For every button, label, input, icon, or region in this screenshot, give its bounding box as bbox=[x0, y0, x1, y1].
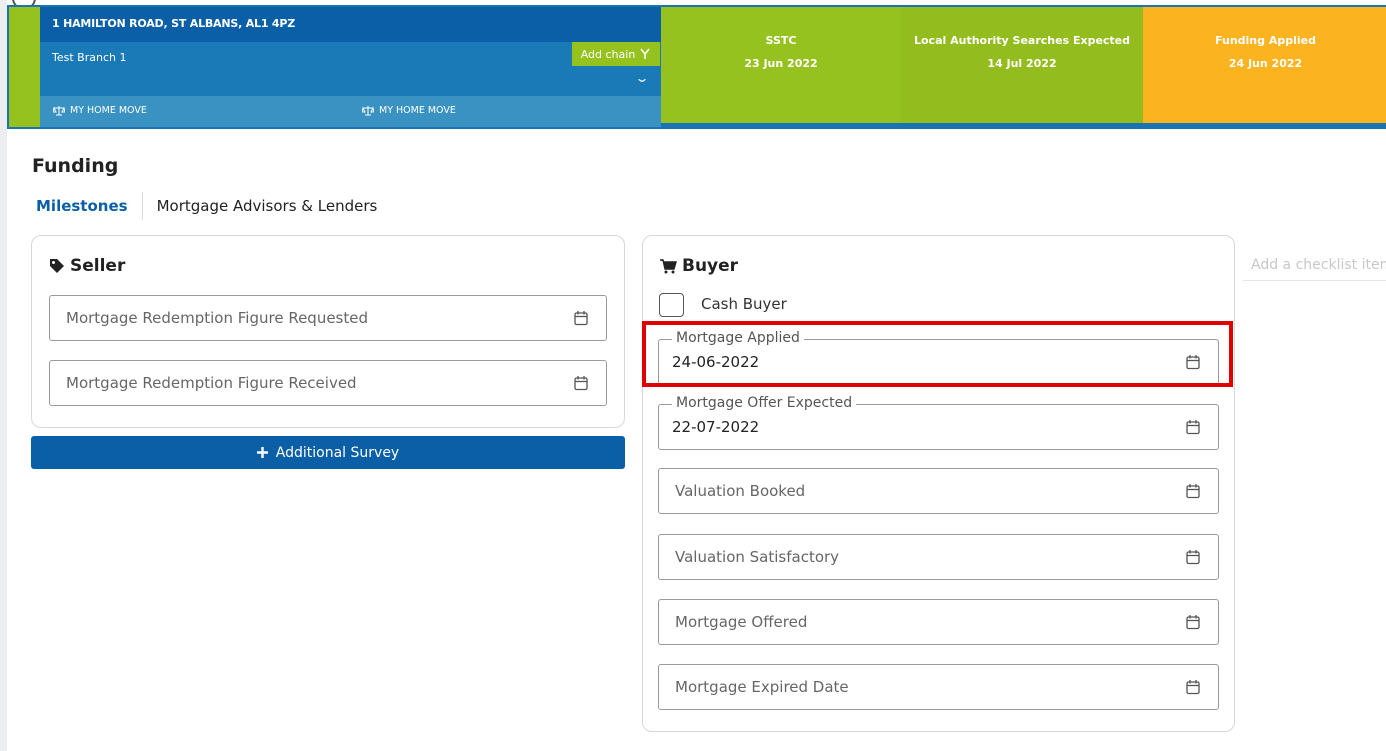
cash-buyer-label: Cash Buyer bbox=[701, 295, 787, 313]
milestone-date: 23 Jun 2022 bbox=[744, 57, 818, 70]
field-placeholder: Mortgage Redemption Figure Requested bbox=[66, 309, 369, 327]
mortgage-offer-expected-field[interactable]: Mortgage Offer Expected 22-07-2022 bbox=[658, 395, 1219, 450]
milestone-date: 24 Jun 2022 bbox=[1228, 57, 1303, 70]
calendar-icon[interactable] bbox=[1186, 680, 1200, 695]
chevron-down-icon[interactable]: ⌄ bbox=[634, 71, 649, 85]
milestone-title: Funding Applied bbox=[1215, 34, 1316, 47]
calendar-icon[interactable] bbox=[574, 376, 588, 391]
add-chain-button[interactable]: Add chain bbox=[572, 42, 660, 66]
milestone-local-authority-searches[interactable]: Local Authority Searches Expected 14 Jul… bbox=[901, 7, 1143, 123]
tab-milestones[interactable]: Milestones bbox=[32, 197, 132, 215]
field-placeholder: Mortgage Expired Date bbox=[675, 678, 849, 696]
mortgage-redemption-received-field[interactable]: Mortgage Redemption Figure Received bbox=[49, 360, 607, 406]
property-address: 1 HAMILTON ROAD, ST ALBANS, AL1 4PZ bbox=[52, 17, 296, 30]
field-label: Mortgage Applied bbox=[672, 330, 804, 346]
tag-icon bbox=[50, 259, 64, 273]
valuation-satisfactory-field[interactable]: Valuation Satisfactory bbox=[658, 534, 1219, 580]
field-placeholder: Mortgage Offered bbox=[675, 613, 808, 631]
shopping-cart-icon bbox=[660, 258, 677, 273]
tab-mortgage-advisors-lenders[interactable]: Mortgage Advisors & Lenders bbox=[153, 197, 382, 215]
additional-survey-button[interactable]: Additional Survey bbox=[31, 436, 625, 469]
add-chain-label: Add chain bbox=[580, 47, 636, 61]
page-left-strip bbox=[0, 0, 7, 751]
page-title: Funding bbox=[32, 155, 119, 177]
move-label-seller: MY HOME MOVE bbox=[53, 105, 147, 116]
branch-name: Test Branch 1 bbox=[52, 51, 127, 64]
mortgage-applied-field[interactable]: Mortgage Applied 24-06-2022 bbox=[658, 330, 1219, 385]
checklist-item-input[interactable]: Add a checklist item bbox=[1243, 247, 1386, 281]
field-placeholder: Valuation Booked bbox=[675, 482, 806, 500]
milestone-date: 14 Jul 2022 bbox=[987, 57, 1057, 70]
calendar-icon[interactable] bbox=[1186, 355, 1200, 370]
cash-buyer-checkbox[interactable] bbox=[659, 293, 684, 317]
property-status-strip bbox=[9, 7, 40, 127]
field-placeholder: Mortgage Redemption Figure Received bbox=[66, 374, 357, 392]
chain-fork-icon bbox=[640, 48, 650, 59]
tab-divider bbox=[141, 192, 143, 220]
field-placeholder: Valuation Satisfactory bbox=[675, 548, 840, 566]
mortgage-redemption-requested-field[interactable]: Mortgage Redemption Figure Requested bbox=[49, 295, 607, 341]
valuation-booked-field[interactable]: Valuation Booked bbox=[658, 468, 1219, 514]
calendar-icon[interactable] bbox=[1186, 420, 1200, 435]
milestone-sstc[interactable]: SSTC 23 Jun 2022 bbox=[661, 7, 901, 123]
field-value: 24-06-2022 bbox=[672, 353, 760, 371]
calendar-icon[interactable] bbox=[1186, 615, 1200, 630]
buyer-card-title: Buyer bbox=[660, 256, 738, 276]
plus-icon bbox=[256, 447, 268, 458]
property-header-bar: 1 HAMILTON ROAD, ST ALBANS, AL1 4PZ Test… bbox=[7, 5, 1386, 129]
milestone-funding-applied[interactable]: Funding Applied 24 Jun 2022 bbox=[1143, 7, 1386, 123]
calendar-icon[interactable] bbox=[1186, 484, 1200, 499]
property-panel[interactable]: 1 HAMILTON ROAD, ST ALBANS, AL1 4PZ Test… bbox=[40, 7, 661, 127]
field-label: Mortgage Offer Expected bbox=[672, 395, 857, 411]
field-value: 22-07-2022 bbox=[672, 418, 760, 436]
section-tabs: Milestones Mortgage Advisors & Lenders bbox=[32, 191, 381, 221]
scales-icon bbox=[362, 105, 374, 115]
milestone-title: Local Authority Searches Expected bbox=[913, 34, 1131, 47]
scales-icon bbox=[53, 105, 65, 115]
move-label-buyer: MY HOME MOVE bbox=[362, 105, 456, 116]
mortgage-offered-field[interactable]: Mortgage Offered bbox=[658, 599, 1219, 645]
seller-card-title: Seller bbox=[49, 256, 125, 276]
calendar-icon[interactable] bbox=[574, 311, 588, 326]
mortgage-expired-date-field[interactable]: Mortgage Expired Date bbox=[658, 664, 1219, 710]
milestone-title: SSTC bbox=[765, 34, 797, 47]
calendar-icon[interactable] bbox=[1186, 550, 1200, 565]
